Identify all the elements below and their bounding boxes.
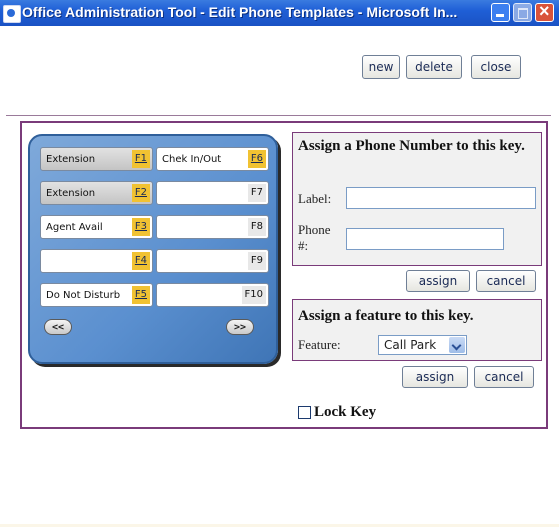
phone-key-f10[interactable]: F10 <box>156 283 269 307</box>
phone-key-f4[interactable]: F4 <box>40 249 153 273</box>
close-button[interactable]: close <box>471 55 521 79</box>
key-code: F9 <box>247 252 266 270</box>
close-icon[interactable] <box>535 1 554 22</box>
key-label: Agent Avail <box>46 222 103 233</box>
key-code: F7 <box>247 184 266 202</box>
assign-feature-button[interactable]: assign <box>402 366 468 388</box>
key-code: F6 <box>247 150 266 168</box>
prev-page-button[interactable]: << <box>44 319 72 335</box>
key-label: Chek In/Out <box>162 154 222 165</box>
phone-key-f6[interactable]: Chek In/Out F6 <box>156 147 269 171</box>
phone-key-f9[interactable]: F9 <box>156 249 269 273</box>
cancel-feature-button[interactable]: cancel <box>474 366 534 388</box>
feature-selected-value: Call Park <box>384 338 437 352</box>
key-code: F4 <box>131 252 150 270</box>
cancel-number-button[interactable]: cancel <box>476 270 536 292</box>
divider <box>6 115 551 116</box>
key-code: F1 <box>131 150 150 168</box>
window-title: Office Administration Tool - Edit Phone … <box>22 4 458 20</box>
lock-key-checkbox[interactable] <box>298 406 311 419</box>
phone-key-f5[interactable]: Do Not Disturb F5 <box>40 283 153 307</box>
title-bar: Office Administration Tool - Edit Phone … <box>0 0 559 26</box>
phone-key-f8[interactable]: F8 <box>156 215 269 239</box>
phone-keypad: Extension F1 Extension F2 Agent Avail F3… <box>28 134 278 364</box>
phone-key-f3[interactable]: Agent Avail F3 <box>40 215 153 239</box>
key-label: Extension <box>46 188 96 199</box>
delete-button[interactable]: delete <box>406 55 462 79</box>
phone-field-label: Phone #: <box>298 222 331 253</box>
phone-number-input[interactable] <box>346 228 504 250</box>
key-code: F3 <box>131 218 150 236</box>
assign-number-title: Assign a Phone Number to this key. <box>298 138 525 154</box>
key-label: Extension <box>46 154 96 165</box>
phone-key-f1[interactable]: Extension F1 <box>40 147 153 171</box>
key-code: F10 <box>241 286 266 304</box>
maximize-icon[interactable] <box>513 3 532 22</box>
key-label: Do Not Disturb <box>46 290 121 301</box>
phone-key-f2[interactable]: Extension F2 <box>40 181 153 205</box>
key-code: F5 <box>131 286 150 304</box>
key-code: F8 <box>247 218 266 236</box>
next-page-button[interactable]: >> <box>226 319 254 335</box>
feature-select[interactable]: Call Park <box>378 335 467 355</box>
phone-key-f7[interactable]: F7 <box>156 181 269 205</box>
minimize-icon[interactable] <box>491 3 510 22</box>
key-code: F2 <box>131 184 150 202</box>
new-button[interactable]: new <box>362 55 400 79</box>
assign-feature-title: Assign a feature to this key. <box>298 308 474 324</box>
chevron-down-icon[interactable] <box>449 337 465 353</box>
label-input[interactable] <box>346 187 536 209</box>
label-field-label: Label: <box>298 191 332 206</box>
assign-number-button[interactable]: assign <box>406 270 470 292</box>
feature-label: Feature: <box>298 337 341 352</box>
ie-window-icon <box>3 5 21 23</box>
lock-key-label: Lock Key <box>314 404 377 420</box>
